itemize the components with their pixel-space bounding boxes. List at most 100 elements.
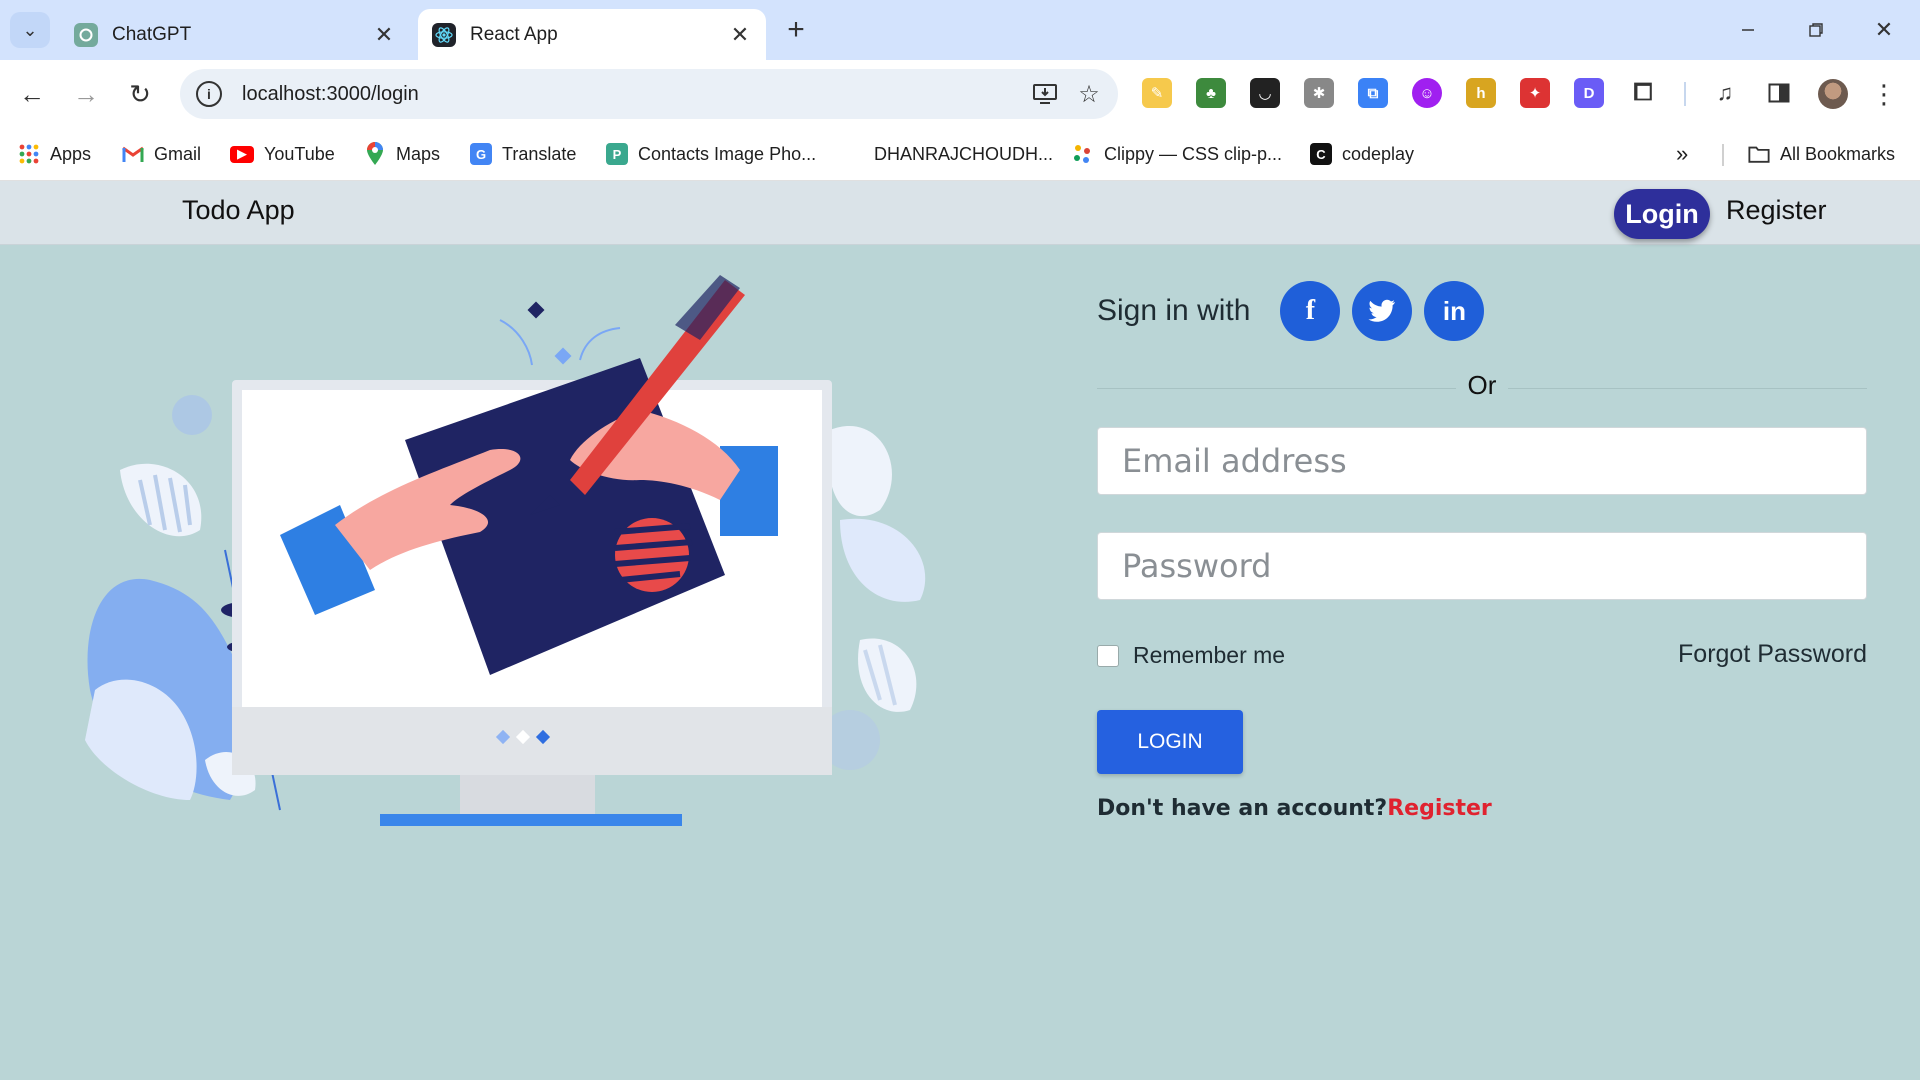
chevron-down-icon: ⌄ bbox=[22, 19, 38, 40]
login-submit-button[interactable]: LOGIN bbox=[1097, 710, 1243, 774]
remember-me-checkbox[interactable] bbox=[1097, 644, 1119, 667]
close-icon: ✕ bbox=[1874, 17, 1894, 42]
tab-title: React App bbox=[470, 23, 558, 45]
reload-button[interactable]: ↻ bbox=[122, 76, 158, 112]
facebook-icon: f bbox=[1305, 295, 1316, 326]
browser-toolbar: ← → ↻ i localhost:3000/login ☆ ✎ ♣ ◡ ✱ ⧉… bbox=[0, 60, 1920, 128]
more-bookmarks-button[interactable]: » bbox=[1676, 138, 1688, 170]
bookmark-label: Gmail bbox=[154, 143, 202, 164]
password-field[interactable]: Password bbox=[1097, 532, 1867, 600]
minimize-icon bbox=[1742, 29, 1754, 31]
new-tab-button[interactable]: + bbox=[780, 13, 812, 46]
address-bar[interactable]: i localhost:3000/login ☆ bbox=[180, 69, 1118, 119]
right-leaf-mid bbox=[840, 518, 926, 602]
bookmark-label: Maps bbox=[396, 143, 441, 164]
bookmark-star-icon[interactable]: ☆ bbox=[1074, 79, 1104, 109]
side-panel-icon[interactable] bbox=[1764, 78, 1794, 108]
bookmark-clippy[interactable]: Clippy — CSS clip-p... bbox=[1072, 138, 1282, 170]
clippy-icon bbox=[1072, 143, 1094, 165]
browser-tab-chatgpt[interactable]: ChatGPT ✕ bbox=[60, 9, 410, 60]
facebook-button[interactable]: f bbox=[1280, 281, 1341, 341]
register-link[interactable]: Register bbox=[1387, 796, 1492, 821]
extensions-puzzle-icon[interactable]: ⧠ bbox=[1628, 78, 1658, 108]
folder-icon bbox=[1748, 143, 1770, 165]
chatgpt-favicon-icon bbox=[74, 22, 98, 47]
media-controls-icon[interactable]: ♫ bbox=[1710, 78, 1740, 108]
twitter-button[interactable] bbox=[1352, 281, 1413, 341]
linkedin-button[interactable]: in bbox=[1424, 281, 1485, 341]
toolbar-separator bbox=[1684, 82, 1686, 106]
bookmark-label: Translate bbox=[502, 143, 577, 164]
bookmark-youtube[interactable]: ▶ YouTube bbox=[230, 138, 335, 170]
profile-avatar[interactable] bbox=[1818, 79, 1848, 109]
brand-title[interactable]: Todo App bbox=[182, 195, 295, 226]
remember-me-label[interactable]: Remember me bbox=[1133, 642, 1285, 669]
arc-right bbox=[579, 327, 621, 361]
nav-login-button[interactable]: Login bbox=[1614, 189, 1710, 239]
app-navbar: Todo App Login Register bbox=[0, 181, 1920, 245]
signin-with-label: Sign in with bbox=[1097, 294, 1251, 327]
close-tab-icon[interactable]: ✕ bbox=[372, 22, 396, 47]
apps-grid-icon bbox=[18, 143, 40, 165]
monitor-chin bbox=[232, 707, 832, 775]
url-text[interactable]: localhost:3000/login bbox=[242, 83, 1030, 106]
bookmark-codeplay[interactable]: C codeplay bbox=[1310, 138, 1414, 170]
install-app-icon[interactable] bbox=[1030, 79, 1060, 109]
close-tab-icon[interactable]: ✕ bbox=[728, 22, 752, 47]
back-button[interactable]: ← bbox=[14, 76, 50, 112]
monitor-indicator-dots bbox=[495, 729, 551, 745]
remember-me-row: Remember me bbox=[1097, 642, 1285, 669]
extension-copy-icon[interactable]: ⧉ bbox=[1358, 78, 1388, 108]
login-illustration bbox=[85, 275, 926, 826]
bookmark-label: DHANRAJCHOUDH... bbox=[874, 143, 1054, 164]
bookmark-label: YouTube bbox=[264, 143, 335, 164]
arc-left bbox=[499, 319, 533, 366]
arrow-left-icon: ← bbox=[19, 78, 45, 109]
email-field[interactable]: Email address bbox=[1097, 427, 1867, 495]
forgot-password-link[interactable]: Forgot Password bbox=[1678, 640, 1867, 669]
extension-terminal-icon[interactable]: h bbox=[1466, 78, 1496, 108]
browser-menu-icon[interactable]: ⋮ bbox=[1871, 78, 1897, 110]
site-info-icon[interactable]: i bbox=[196, 81, 222, 107]
extension-html-tree-icon[interactable]: ♣ bbox=[1196, 78, 1226, 108]
extension-red-icon[interactable]: ✦ bbox=[1520, 78, 1550, 108]
restore-window-button[interactable] bbox=[1800, 14, 1832, 46]
minimize-window-button[interactable] bbox=[1732, 14, 1764, 46]
all-bookmarks-button[interactable]: All Bookmarks bbox=[1748, 138, 1895, 170]
or-label: Or bbox=[1455, 370, 1509, 400]
bookmarks-separator bbox=[1722, 144, 1724, 166]
bookmark-contacts-image[interactable]: P Contacts Image Pho... bbox=[606, 138, 816, 170]
extension-highlighter-icon[interactable]: ✎ bbox=[1142, 78, 1172, 108]
browser-tab-strip: ⌄ ChatGPT ✕ React App ✕ + ✕ bbox=[0, 0, 1920, 60]
react-favicon-icon bbox=[432, 22, 456, 47]
tab-search-button[interactable]: ⌄ bbox=[10, 12, 50, 48]
extension-d-icon[interactable]: D bbox=[1574, 78, 1604, 108]
no-account-label: Don't have an account? bbox=[1097, 796, 1388, 821]
bookmark-translate[interactable]: G Translate bbox=[470, 138, 576, 170]
close-window-button[interactable]: ✕ bbox=[1868, 14, 1900, 46]
extension-bug-icon[interactable]: ✱ bbox=[1304, 78, 1334, 108]
diamond-dark bbox=[527, 301, 545, 319]
bookmarks-bar: Apps Gmail ▶ YouTube Maps G Translate P … bbox=[0, 128, 1920, 181]
social-signin-row: Sign in with f in bbox=[1097, 280, 1496, 342]
bookmark-label: Contacts Image Pho... bbox=[638, 143, 817, 164]
forward-button[interactable]: → bbox=[68, 76, 104, 112]
extension-mask-icon[interactable]: ◡ bbox=[1250, 78, 1280, 108]
bookmark-maps[interactable]: Maps bbox=[364, 138, 440, 170]
monitor-base bbox=[380, 814, 682, 826]
bookmark-label: codeplay bbox=[1342, 143, 1415, 164]
restore-icon bbox=[1809, 23, 1823, 37]
monitor-neck bbox=[460, 775, 595, 817]
bookmark-apps[interactable]: Apps bbox=[18, 138, 91, 170]
bookmark-gmail[interactable]: Gmail bbox=[122, 138, 201, 170]
bookmark-dhanraj[interactable]: DHANRAJCHOUDH... bbox=[874, 138, 1053, 170]
arrow-right-icon: → bbox=[73, 78, 99, 109]
double-chevron-right-icon: » bbox=[1676, 141, 1689, 166]
nav-register-link[interactable]: Register bbox=[1726, 195, 1827, 226]
maps-icon bbox=[364, 142, 386, 165]
bookmark-label: Clippy — CSS clip-p... bbox=[1104, 143, 1283, 164]
extension-purple-icon[interactable]: ☺ bbox=[1412, 78, 1442, 108]
browser-tab-react-app[interactable]: React App ✕ bbox=[418, 9, 766, 60]
reload-icon: ↻ bbox=[129, 78, 151, 109]
contacts-image-icon: P bbox=[606, 143, 628, 165]
